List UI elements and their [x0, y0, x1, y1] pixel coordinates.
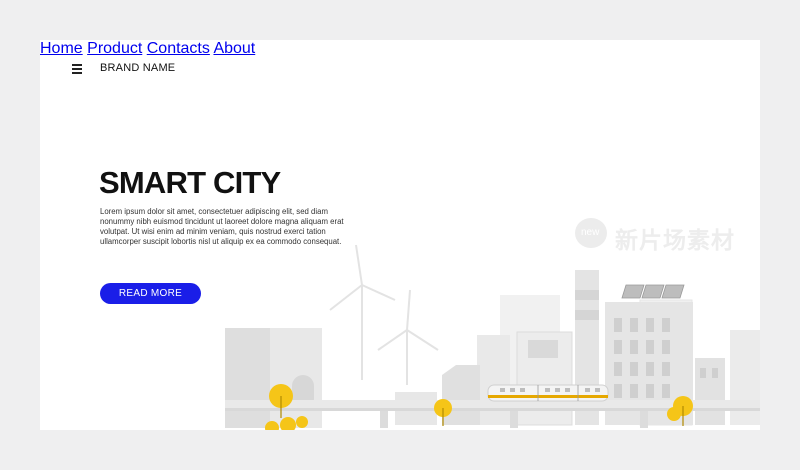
- read-more-button[interactable]: READ MORE: [100, 283, 201, 304]
- wind-turbine-left: [329, 244, 396, 380]
- monorail-train: [487, 384, 609, 402]
- solar-panels: [621, 284, 685, 299]
- building-mid-1: [477, 335, 510, 425]
- landing-page-card: BRAND NAME Home Product Contacts About n…: [40, 40, 760, 430]
- hero-title: SMART CITY: [99, 165, 281, 200]
- watermark-text: 新片场素材: [615, 228, 735, 254]
- hero-body-text: Lorem ipsum dolor sit amet, consectetuer…: [100, 207, 344, 246]
- wind-turbine-right: [377, 289, 439, 385]
- watermark-badge: new: [575, 218, 607, 248]
